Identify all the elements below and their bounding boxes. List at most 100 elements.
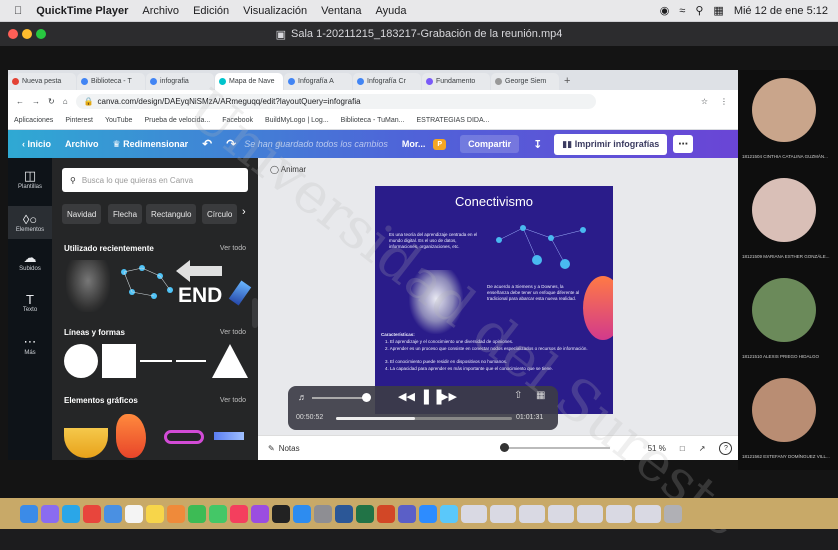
- share-icon[interactable]: ⇧: [514, 390, 522, 401]
- home-icon[interactable]: ⌂: [63, 97, 68, 106]
- chip-circulo[interactable]: Círculo: [202, 204, 238, 224]
- wifi-icon[interactable]: ≈: [679, 5, 685, 17]
- forward-icon[interactable]: →: [32, 97, 40, 106]
- photos-icon[interactable]: [167, 504, 185, 523]
- slide-title[interactable]: Conectivismo: [375, 194, 613, 209]
- slide-network-illustration[interactable]: [493, 220, 593, 272]
- bookmark-buildmylogo[interactable]: BuildMyLogo | Log...: [265, 117, 329, 124]
- slide-item-2[interactable]: 2. Aprender es un proceso que consiste e…: [385, 346, 605, 352]
- volume-icon[interactable]: ♬: [298, 392, 307, 402]
- volume-slider[interactable]: [312, 397, 368, 399]
- minimized-window-thumb[interactable]: [461, 504, 487, 523]
- chip-next-icon[interactable]: ›: [242, 206, 246, 218]
- graphic-blob[interactable]: [116, 414, 146, 458]
- minimized-window-thumb[interactable]: [490, 504, 516, 523]
- more-menu[interactable]: Mor...: [402, 139, 426, 149]
- appstore-icon[interactable]: [293, 504, 311, 523]
- recent-thumbnail-end[interactable]: END: [178, 284, 222, 308]
- more-options-button[interactable]: ⋯: [673, 135, 694, 153]
- help-button[interactable]: ?: [719, 441, 733, 455]
- page-view-icon[interactable]: □: [680, 444, 685, 453]
- see-all-graphics[interactable]: Ver todo: [220, 397, 246, 404]
- minimized-window-thumb[interactable]: [577, 504, 603, 523]
- menu-archivo[interactable]: Archivo: [142, 5, 179, 17]
- podcasts-icon[interactable]: [251, 504, 269, 523]
- close-window-button[interactable]: [8, 29, 18, 39]
- record-icon[interactable]: ◉: [660, 4, 670, 17]
- reload-icon[interactable]: ↻: [48, 97, 55, 106]
- quicktime-icon[interactable]: [440, 504, 458, 523]
- bookmark-pinterest[interactable]: Pinterest: [65, 117, 93, 124]
- bookmark-youtube[interactable]: YouTube: [105, 117, 133, 124]
- participant-tile[interactable]: 18121510 ALEXIS PRIEGO HIDALGO: [738, 270, 838, 362]
- participant-tile[interactable]: 18121509 MARIANA ESTHER GONZÁLE...: [738, 170, 838, 262]
- excel-icon[interactable]: [356, 504, 374, 523]
- participant-tile[interactable]: 18121562 ESTEFANY DOMÍNGUEZ VILL...: [738, 370, 838, 462]
- bookmark-biblioteca[interactable]: Biblioteca - TuMan...: [341, 117, 405, 124]
- slide-item-4[interactable]: 4. La capacidad para aprender es más imp…: [385, 366, 605, 372]
- notes-button[interactable]: Notas: [279, 444, 300, 453]
- slide-characteristics-title[interactable]: Características:: [381, 332, 415, 338]
- shape-arrow-line[interactable]: [176, 360, 206, 362]
- rewind-icon[interactable]: ◀◀: [398, 390, 415, 403]
- slide-paragraph-1[interactable]: Es una teoría del aprendizaje centrada e…: [389, 232, 479, 250]
- teams-icon[interactable]: [398, 504, 416, 523]
- notes-icon[interactable]: ✎: [268, 444, 275, 453]
- resize-button[interactable]: ♛ Redimensionar: [113, 139, 189, 150]
- menu-edicion[interactable]: Edición: [193, 5, 229, 17]
- animate-button[interactable]: ◯ Animar: [270, 165, 306, 174]
- picture-in-picture-icon[interactable]: ▦: [536, 390, 545, 401]
- chip-navidad[interactable]: Navidad: [62, 204, 102, 224]
- calendar-icon[interactable]: [125, 504, 143, 523]
- recent-thumbnail-pen[interactable]: [228, 280, 252, 306]
- browser-tab[interactable]: Nueva pesta: [8, 73, 76, 90]
- scrubber-track[interactable]: [336, 417, 512, 420]
- nav-templates[interactable]: ◫ Plantillas: [8, 168, 52, 190]
- control-center-icon[interactable]: ▦: [713, 4, 723, 17]
- menu-ayuda[interactable]: Ayuda: [376, 5, 407, 17]
- settings-icon[interactable]: [314, 504, 332, 523]
- minimized-window-thumb[interactable]: [606, 504, 632, 523]
- launchpad-icon[interactable]: [41, 504, 59, 523]
- bookmark-speedtest[interactable]: Prueba de velocida...: [144, 117, 210, 124]
- notes-app-icon[interactable]: [146, 504, 164, 523]
- star-icon[interactable]: ☆: [701, 97, 708, 106]
- finder-icon[interactable]: [20, 504, 38, 523]
- chip-rectangulo[interactable]: Rectangulo: [146, 204, 197, 224]
- share-button[interactable]: Compartir: [460, 135, 520, 153]
- messages-icon[interactable]: [209, 504, 227, 523]
- minimized-window-thumb[interactable]: [519, 504, 545, 523]
- powerpoint-icon[interactable]: [377, 504, 395, 523]
- new-tab-icon[interactable]: +: [564, 75, 570, 87]
- bookmark-facebook[interactable]: Facebook: [222, 117, 253, 124]
- url-field[interactable]: 🔒 canva.com/design/DAEyqNiSMzA/ARmeguqq/e…: [75, 93, 596, 109]
- menu-kebab-icon[interactable]: ⋮: [720, 97, 728, 106]
- see-all-recent[interactable]: Ver todo: [220, 245, 246, 252]
- minimized-window-thumb[interactable]: [635, 504, 661, 523]
- pro-badge[interactable]: P: [433, 138, 447, 150]
- recent-thumbnail-arrow[interactable]: [176, 260, 224, 282]
- fullscreen-icon[interactable]: ↗: [699, 444, 706, 453]
- participant-tile[interactable]: 18121504 CINTHIA CATALINA GUZMÁN...: [738, 70, 838, 162]
- recent-thumbnail-portrait[interactable]: [66, 260, 110, 312]
- clock-datetime[interactable]: Mié 12 de ene 5:12: [734, 5, 828, 17]
- menu-visualizacion[interactable]: Visualización: [243, 5, 307, 17]
- nav-uploads[interactable]: ☁ Subidos: [8, 250, 52, 272]
- infographic-page[interactable]: Conectivismo Es una teoría del aprendiza…: [375, 186, 613, 414]
- fast-forward-icon[interactable]: ▶▶: [440, 390, 457, 403]
- browser-tab-active[interactable]: Mapa de Nave: [215, 73, 283, 90]
- nav-text[interactable]: T Texto: [8, 292, 52, 313]
- tv-icon[interactable]: [272, 504, 290, 523]
- browser-tab[interactable]: Infografía A: [284, 73, 352, 90]
- shape-triangle[interactable]: [212, 344, 248, 378]
- minimize-window-button[interactable]: [22, 29, 32, 39]
- facetime-icon[interactable]: [188, 504, 206, 523]
- safari-icon[interactable]: [62, 504, 80, 523]
- zoom-window-button[interactable]: [36, 29, 46, 39]
- minimized-window-thumb[interactable]: [548, 504, 574, 523]
- apple-icon[interactable]: : [14, 5, 22, 17]
- zoom-slider[interactable]: [499, 443, 610, 452]
- slide-portrait[interactable]: [409, 270, 463, 334]
- back-icon[interactable]: ←: [16, 97, 24, 106]
- zoom-knob[interactable]: [499, 443, 509, 452]
